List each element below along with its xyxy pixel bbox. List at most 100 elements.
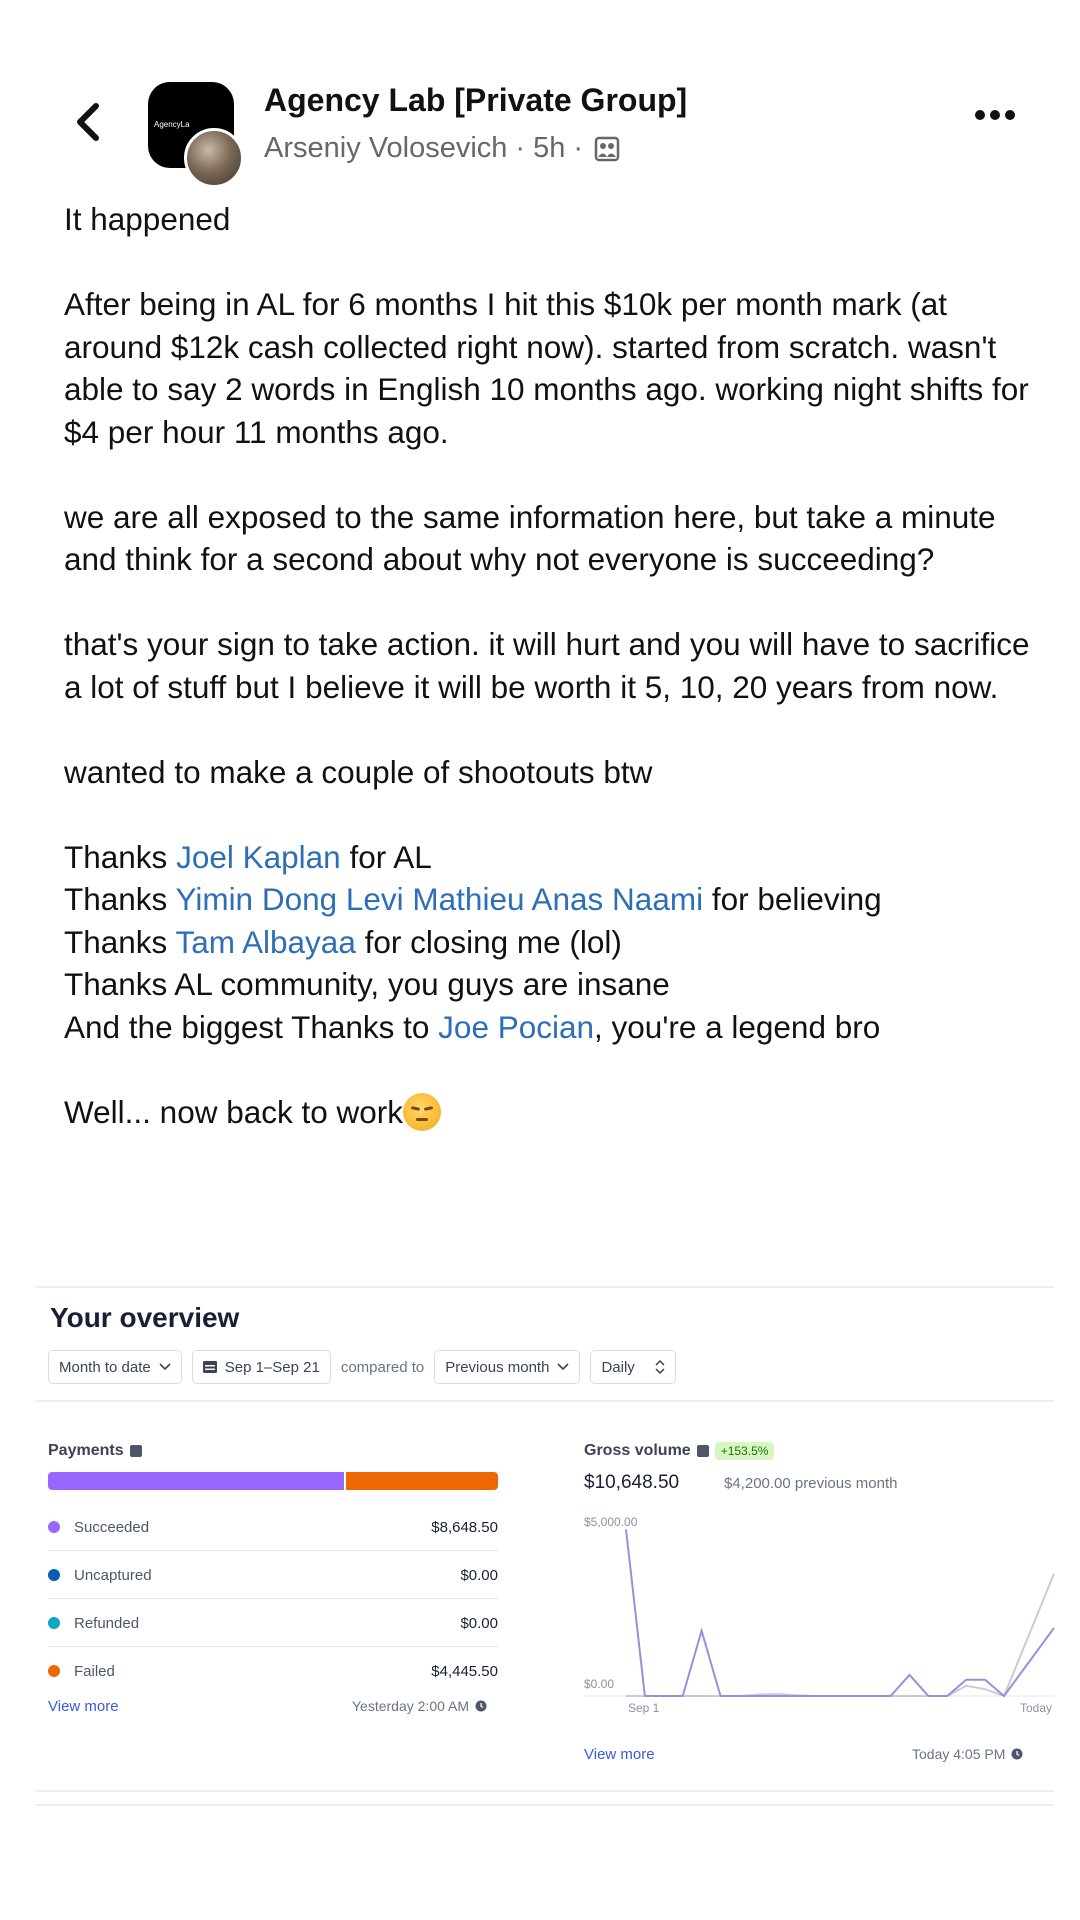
bar-segment-succeeded bbox=[48, 1472, 344, 1490]
payments-view-more-link[interactable]: View more bbox=[48, 1698, 119, 1715]
interval-select[interactable]: Daily bbox=[590, 1350, 676, 1384]
thanks-line: Thanks Yimin Dong Levi Mathieu Anas Naam… bbox=[64, 878, 1044, 921]
post-time[interactable]: 5h bbox=[533, 132, 565, 165]
post-paragraph: we are all exposed to the same informati… bbox=[64, 498, 996, 578]
y-tick-label: $0.00 bbox=[584, 1677, 614, 1691]
thanks-text: for AL bbox=[340, 838, 432, 875]
gross-volume-title: Gross volume +153.5% bbox=[584, 1442, 775, 1460]
thanks-text: Thanks AL community, you guys are insane bbox=[64, 966, 670, 1002]
group-avatar-text: AgencyLa bbox=[154, 120, 190, 129]
separator: · bbox=[515, 132, 526, 164]
y-tick-label: $5,000.00 bbox=[584, 1515, 638, 1529]
payment-row-refunded[interactable]: Refunded $0.00 bbox=[48, 1600, 498, 1647]
back-button[interactable] bbox=[66, 92, 110, 152]
gross-volume-title-text: Gross volume bbox=[584, 1442, 691, 1459]
payments-stacked-bar bbox=[48, 1472, 498, 1490]
group-avatar-stack[interactable]: AgencyLa bbox=[148, 82, 244, 188]
chevron-down-icon bbox=[557, 1363, 570, 1371]
thanks-line: Thanks AL community, you guys are insane bbox=[64, 963, 1044, 1006]
payment-status-label: Failed bbox=[74, 1662, 115, 1680]
payment-status-value: $4,445.50 bbox=[431, 1662, 498, 1680]
payments-updated: Yesterday 2:00 AM bbox=[352, 1698, 487, 1714]
divider bbox=[36, 1790, 1054, 1792]
mention-link[interactable]: Yimin Dong Levi Mathieu Anas Naami bbox=[175, 881, 703, 917]
thanks-text: Thanks bbox=[64, 923, 176, 960]
date-range: Sep 1–Sep 21 bbox=[224, 1358, 320, 1376]
chevron-down-icon bbox=[159, 1363, 171, 1371]
thanks-line: Thanks Joel Kaplan for AL bbox=[64, 836, 1044, 879]
thanks-text: , you're a legend bro bbox=[594, 1008, 881, 1045]
payment-status-label: Refunded bbox=[74, 1614, 140, 1632]
compare-select[interactable]: Previous month bbox=[434, 1350, 581, 1384]
gross-volume-chart[interactable]: $5,000.00 $0.00 Sep 1 Today bbox=[584, 1514, 1055, 1715]
post-body: It happened After being in AL for 6 mont… bbox=[64, 198, 1044, 1133]
date-range-picker[interactable]: Sep 1–Sep 21 bbox=[191, 1350, 331, 1384]
group-members-icon bbox=[594, 136, 620, 161]
range-label: Month to date bbox=[59, 1358, 151, 1376]
thanks-list: Thanks Joel Kaplan for AL Thanks Yimin D… bbox=[64, 836, 1044, 1049]
payment-row-uncaptured[interactable]: Uncaptured $0.00 bbox=[48, 1552, 498, 1599]
series-line-previous bbox=[626, 1573, 1055, 1698]
clock-icon bbox=[1011, 1748, 1023, 1760]
more-dots-icon bbox=[975, 110, 1015, 120]
more-options-button[interactable] bbox=[972, 102, 1018, 128]
series-line-current bbox=[625, 1529, 1055, 1698]
payment-status-label: Succeeded bbox=[74, 1518, 150, 1536]
chevron-up-down-icon bbox=[655, 1360, 665, 1374]
mention-link[interactable]: Joe Pocian bbox=[438, 1009, 594, 1045]
divider bbox=[36, 1804, 1054, 1806]
author-avatar bbox=[184, 128, 244, 188]
range-select[interactable]: Month to date bbox=[48, 1350, 182, 1384]
x-tick-label: Today bbox=[1020, 1701, 1052, 1715]
thanks-text: for closing me (lol) bbox=[355, 923, 622, 960]
unamused-face-icon bbox=[403, 1092, 442, 1131]
status-dot bbox=[48, 1665, 60, 1677]
updated-time: Today 4:05 PM bbox=[912, 1746, 1006, 1762]
post-paragraph: that's your sign to take action. it will… bbox=[64, 626, 1030, 705]
updated-time: Yesterday 2:00 AM bbox=[352, 1698, 470, 1714]
payment-status-label: Uncaptured bbox=[74, 1566, 152, 1584]
gross-volume-chart-svg: $5,000.00 $0.00 Sep 1 Today bbox=[584, 1515, 1055, 1715]
status-dot bbox=[48, 1569, 60, 1581]
info-icon[interactable] bbox=[696, 1445, 709, 1457]
filter-bar: Month to date Sep 1–Sep 21 compared to P… bbox=[48, 1350, 676, 1384]
change-badge: +153.5% bbox=[714, 1442, 775, 1460]
payment-row-succeeded[interactable]: Succeeded $8,648.50 bbox=[48, 1504, 498, 1551]
thanks-text: Thanks bbox=[64, 881, 176, 917]
author-name[interactable]: Arseniy Volosevich bbox=[264, 132, 507, 165]
payments-dashboard: Your overview Month to date Sep 1–Sep 21… bbox=[36, 1286, 1055, 1792]
post-paragraph: After being in AL for 6 months I hit thi… bbox=[64, 286, 1029, 450]
group-name[interactable]: Agency Lab [Private Group] bbox=[264, 82, 687, 119]
closing-text: Well... now back to work bbox=[64, 1093, 404, 1130]
thanks-text: Thanks bbox=[64, 838, 177, 875]
status-dot bbox=[48, 1521, 60, 1533]
payment-row-failed[interactable]: Failed $4,445.50 bbox=[48, 1648, 498, 1694]
post-header: AgencyLa Agency Lab [Private Group] Arse… bbox=[0, 60, 1080, 190]
interval-label: Daily bbox=[601, 1358, 635, 1376]
clock-icon bbox=[475, 1700, 487, 1712]
post-paragraph: wanted to make a couple of shootouts btw bbox=[64, 753, 653, 790]
mention-link[interactable]: Joel Kaplan bbox=[176, 839, 341, 875]
gross-volume-view-more-link[interactable]: View more bbox=[584, 1746, 655, 1763]
payment-status-value: $0.00 bbox=[460, 1566, 498, 1584]
thanks-line: And the biggest Thanks to Joe Pocian, yo… bbox=[64, 1006, 1044, 1049]
gross-volume-updated: Today 4:05 PM bbox=[912, 1746, 1023, 1762]
payment-status-value: $0.00 bbox=[460, 1614, 498, 1632]
divider bbox=[36, 1400, 1054, 1402]
separator: · bbox=[573, 132, 584, 164]
thanks-text: for believing bbox=[703, 881, 882, 917]
gross-volume-previous: $4,200.00 previous month bbox=[724, 1475, 898, 1492]
status-dot bbox=[48, 1617, 60, 1629]
post-paragraph: It happened bbox=[64, 201, 231, 237]
mention-link[interactable]: Tam Albayaa bbox=[175, 924, 355, 960]
info-icon[interactable] bbox=[129, 1445, 142, 1457]
compared-to-label: compared to bbox=[340, 1358, 425, 1376]
thanks-text: And the biggest Thanks to bbox=[64, 1008, 439, 1045]
payment-status-value: $8,648.50 bbox=[431, 1518, 498, 1536]
post-meta: Arseniy Volosevich · 5h · bbox=[264, 132, 621, 165]
chevron-left-icon bbox=[77, 103, 99, 141]
divider bbox=[36, 1286, 1054, 1288]
thanks-line: Thanks Tam Albayaa for closing me (lol) bbox=[64, 921, 1044, 964]
post-closing: Well... now back to work bbox=[64, 1091, 1044, 1134]
overview-title: Your overview bbox=[50, 1302, 240, 1333]
